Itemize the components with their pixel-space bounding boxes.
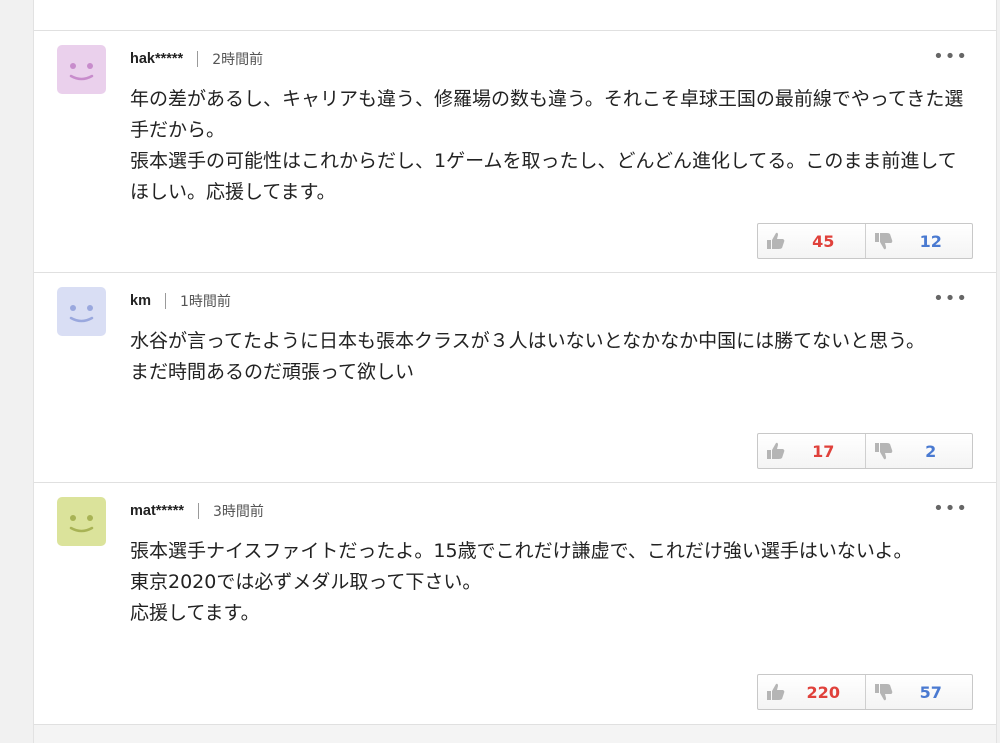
dislike-button[interactable]: 57 xyxy=(864,675,973,709)
comment-line: 張本選手ナイスファイトだったよ。15歳でこれだけ謙虚で、これだけ強い選手はいない… xyxy=(130,540,913,562)
more-options-icon[interactable]: ••• xyxy=(933,288,968,309)
comment-item: mat***** 3時間前 ••• 張本選手ナイスファイトだったよ。15歳でこれ… xyxy=(34,482,996,724)
dislike-button[interactable]: 2 xyxy=(864,434,973,468)
comment-line: 張本選手の可能性はこれからだし、1ゲームを取ったし、どんどん進化してる。このまま… xyxy=(130,150,957,203)
like-count: 220 xyxy=(806,682,840,702)
comment-text: 年の差があるし、キャリアも違う、修羅場の数も違う。それこそ卓球王国の最前線でやっ… xyxy=(130,84,975,208)
footer-strip xyxy=(34,725,996,743)
vote-buttons: 220 57 xyxy=(757,674,973,710)
like-button[interactable]: 220 xyxy=(758,675,865,709)
comment-text: 水谷が言ってたように日本も張本クラスが３人はいないとなかなか中国には勝てないと思… xyxy=(130,326,975,388)
avatar[interactable] xyxy=(57,497,106,546)
username[interactable]: mat***** xyxy=(130,503,184,519)
comment-line: まだ時間あるのだ頑張って欲しい xyxy=(130,361,415,383)
avatar[interactable] xyxy=(57,287,106,336)
comment-text: 張本選手ナイスファイトだったよ。15歳でこれだけ謙虚で、これだけ強い選手はいない… xyxy=(130,536,975,629)
timestamp: 1時間前 xyxy=(179,294,231,310)
like-count: 45 xyxy=(812,231,835,251)
vote-buttons: 17 2 xyxy=(757,433,973,469)
dislike-count: 2 xyxy=(925,441,937,461)
username[interactable]: hak***** xyxy=(130,51,183,67)
username[interactable]: km xyxy=(130,293,151,309)
like-button[interactable]: 45 xyxy=(758,224,865,258)
comment-item: hak***** 2時間前 ••• 年の差があるし、キャリアも違う、修羅場の数も… xyxy=(34,30,996,272)
smiley-face-icon xyxy=(69,305,94,323)
timestamp: 2時間前 xyxy=(212,52,264,68)
meta-separator xyxy=(198,503,199,519)
dislike-button[interactable]: 12 xyxy=(864,224,973,258)
meta-separator xyxy=(197,51,199,67)
like-count: 17 xyxy=(812,441,835,461)
more-options-icon[interactable]: ••• xyxy=(933,498,968,519)
smiley-face-icon xyxy=(69,515,94,533)
comment-line: 東京2020では必ずメダル取って下さい。 xyxy=(130,571,482,593)
avatar[interactable] xyxy=(57,45,106,94)
more-options-icon[interactable]: ••• xyxy=(933,46,968,67)
dislike-count: 12 xyxy=(919,231,942,251)
smiley-face-icon xyxy=(69,63,94,81)
meta-separator xyxy=(164,293,166,309)
dislike-count: 57 xyxy=(919,682,942,702)
comment-item: km 1時間前 ••• 水谷が言ってたように日本も張本クラスが３人はいないとなか… xyxy=(34,272,996,482)
vote-buttons: 45 12 xyxy=(757,223,973,259)
comment-line: 応援してます。 xyxy=(130,602,260,624)
timestamp: 3時間前 xyxy=(213,504,264,520)
comment-line: 水谷が言ってたように日本も張本クラスが３人はいないとなかなか中国には勝てないと思… xyxy=(130,330,925,352)
comment-panel: hak***** 2時間前 ••• 年の差があるし、キャリアも違う、修羅場の数も… xyxy=(33,0,997,743)
comment-line: 年の差があるし、キャリアも違う、修羅場の数も違う。それこそ卓球王国の最前線でやっ… xyxy=(130,88,964,141)
like-button[interactable]: 17 xyxy=(758,434,865,468)
